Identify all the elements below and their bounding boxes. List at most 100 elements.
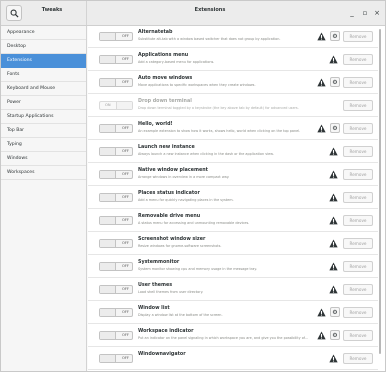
remove-button[interactable]: Remove: [343, 31, 373, 42]
extension-toggle[interactable]: OFF: [99, 331, 133, 340]
sidebar-item-fonts[interactable]: Fonts: [1, 68, 86, 82]
toggle-knob: [100, 332, 116, 339]
sidebar-item-desktop[interactable]: Desktop: [1, 40, 86, 54]
extension-row: OFF Native window placement Arrange window…: [88, 164, 378, 186]
sidebar-item-power[interactable]: Power: [1, 96, 86, 110]
close-button[interactable]: ×: [372, 8, 382, 18]
extension-description: Arrange windows in overview in a more co…: [138, 175, 230, 179]
extension-toggle[interactable]: OFF: [99, 216, 133, 225]
settings-gear-icon[interactable]: ⚙: [330, 330, 340, 340]
scrollbar[interactable]: [378, 26, 382, 371]
remove-button[interactable]: Remove: [343, 307, 373, 318]
extension-row: OFF Workspace indicator Put an indicator o…: [88, 325, 378, 347]
toggle-state-label: OFF: [122, 172, 129, 176]
sidebar-item-top-bar[interactable]: Top Bar: [1, 124, 86, 138]
warning-icon: [329, 170, 338, 179]
sidebar-item-typing[interactable]: Typing: [1, 138, 86, 152]
extension-description: A status menu for accessing and unmounti…: [138, 221, 250, 225]
extension-name: Removable drive menu: [138, 214, 201, 219]
sidebar-item-startup-applications[interactable]: Startup Applications: [1, 110, 86, 124]
scrollbar-thumb[interactable]: [379, 29, 381, 354]
sidebar-item-extensions[interactable]: Extensions: [1, 54, 86, 68]
remove-button[interactable]: Remove: [343, 146, 373, 157]
extension-toggle[interactable]: ON: [99, 101, 133, 110]
sidebar-item-appearance[interactable]: Appearance: [1, 26, 86, 40]
toggle-knob: [100, 286, 116, 293]
sidebar-header: Tweaks: [1, 1, 87, 25]
extension-row: OFF Windownavigator Remove: [88, 348, 378, 370]
remove-button[interactable]: Remove: [343, 284, 373, 295]
extension-row: OFF Screenshot window sizer Resize windows…: [88, 233, 378, 255]
extension-row: OFF Launch new instance Always launch a ne…: [88, 141, 378, 163]
minimize-button[interactable]: _: [347, 8, 357, 18]
extension-name: Systemmonitor: [138, 260, 180, 265]
remove-button[interactable]: Remove: [343, 54, 373, 65]
warning-icon: [329, 55, 338, 64]
extension-name: Auto move windows: [138, 76, 193, 81]
extension-toggle[interactable]: OFF: [99, 78, 133, 87]
extension-toggle[interactable]: OFF: [99, 55, 133, 64]
toggle-state-label: ON: [105, 103, 111, 107]
sidebar-item-windows[interactable]: Windows: [1, 152, 86, 166]
extension-description: Move applications to specific workspaces…: [138, 83, 256, 87]
toggle-knob: [100, 240, 116, 247]
toggle-knob: [100, 217, 116, 224]
warning-icon: [317, 78, 326, 87]
settings-gear-icon[interactable]: ⚙: [330, 31, 340, 41]
remove-button[interactable]: Remove: [343, 330, 373, 341]
extension-toggle[interactable]: OFF: [99, 354, 133, 363]
sidebar-item-keyboard-and-mouse[interactable]: Keyboard and Mouse: [1, 82, 86, 96]
header-bar: Tweaks Extensions _ ▫ ×: [1, 1, 385, 26]
toggle-knob: [100, 79, 116, 86]
extension-row: ON Drop down terminal Drop down terminal t…: [88, 95, 378, 117]
settings-gear-icon[interactable]: ⚙: [330, 307, 340, 317]
extension-toggle[interactable]: OFF: [99, 308, 133, 317]
remove-button[interactable]: Remove: [343, 238, 373, 249]
settings-gear-icon[interactable]: ⚙: [330, 123, 340, 133]
sidebar: Appearance Desktop Extensions Fonts Keyboard…: [1, 26, 87, 371]
remove-button[interactable]: Remove: [343, 192, 373, 203]
extension-description: Always launch a new instance when clicki…: [138, 152, 274, 156]
remove-button[interactable]: Remove: [343, 77, 373, 88]
toggle-state-label: OFF: [122, 126, 129, 130]
remove-button[interactable]: Remove: [343, 169, 373, 180]
search-button[interactable]: [6, 5, 22, 21]
extension-description: Display a window list at the bottom of t…: [138, 313, 223, 317]
extension-row: OFF User themes Load shell themes from use…: [88, 279, 378, 301]
extension-toggle[interactable]: OFF: [99, 124, 133, 133]
extension-toggle[interactable]: OFF: [99, 170, 133, 179]
extension-toggle[interactable]: OFF: [99, 147, 133, 156]
remove-button[interactable]: Remove: [343, 123, 373, 134]
toggle-state-label: OFF: [122, 241, 129, 245]
app-title: Tweaks: [41, 7, 63, 13]
extension-toggle[interactable]: OFF: [99, 285, 133, 294]
sidebar-item-workspaces[interactable]: Workspaces: [1, 166, 86, 180]
toggle-state-label: OFF: [122, 57, 129, 61]
warning-icon: [329, 193, 338, 202]
extension-toggle[interactable]: OFF: [99, 193, 133, 202]
extension-description: Put an indicator on the panel signaling …: [138, 336, 308, 340]
extension-toggle[interactable]: OFF: [99, 32, 133, 41]
settings-gear-icon[interactable]: ⚙: [330, 77, 340, 87]
extension-row: OFF Applications menu Add a category-based…: [88, 49, 378, 71]
extension-toggle[interactable]: OFF: [99, 239, 133, 248]
extension-name: Launch new instance: [138, 145, 195, 150]
extension-name: Windownavigator: [138, 352, 186, 357]
remove-button[interactable]: Remove: [343, 100, 373, 111]
toggle-knob: [100, 56, 116, 63]
remove-button[interactable]: Remove: [343, 215, 373, 226]
extension-name: Drop down terminal: [138, 99, 192, 104]
remove-button[interactable]: Remove: [343, 261, 373, 272]
toggle-knob: [100, 355, 116, 362]
extension-name: Hello, world!: [138, 122, 173, 127]
extension-toggle[interactable]: OFF: [99, 262, 133, 271]
remove-button[interactable]: Remove: [343, 353, 373, 364]
toggle-state-label: OFF: [122, 149, 129, 153]
toggle-knob: [100, 309, 116, 316]
maximize-button[interactable]: ▫: [360, 8, 370, 18]
extension-description: Add a menu for quickly navigating places…: [138, 198, 234, 202]
toggle-state-label: OFF: [122, 264, 129, 268]
toggle-knob: [116, 102, 132, 109]
toggle-knob: [100, 33, 116, 40]
extension-name: Applications menu: [138, 53, 189, 58]
